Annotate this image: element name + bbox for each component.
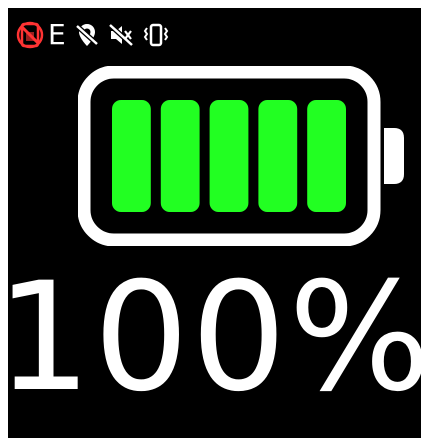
battery-segment [307,100,346,212]
battery-terminal [384,128,404,184]
battery-segment [258,100,298,212]
battery-segment [209,100,249,212]
battery-segment [112,100,151,212]
watch-screen: E 100% [8,8,421,438]
battery-icon [78,66,404,246]
battery-segments [112,100,346,212]
battery-segment [160,100,200,212]
battery-percentage: 100% [8,251,421,425]
